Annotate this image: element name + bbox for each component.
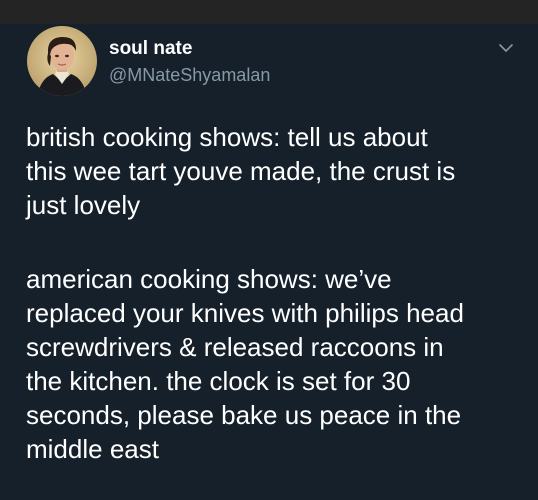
display-name[interactable]: soul nate bbox=[109, 38, 192, 60]
tweet-text-paragraph-1: british cooking shows: tell us about thi… bbox=[26, 122, 456, 220]
tweet-text-paragraph-2: american cooking shows: we’ve replaced y… bbox=[26, 264, 464, 464]
chevron-down-icon[interactable] bbox=[496, 40, 516, 56]
user-handle[interactable]: @MNateShyamalan bbox=[109, 65, 270, 86]
top-status-strip bbox=[0, 0, 538, 24]
avatar-portrait-image bbox=[27, 26, 97, 96]
tweet-card: soul nate @MNateShyamalan british cookin… bbox=[0, 24, 538, 500]
avatar[interactable] bbox=[27, 26, 97, 96]
